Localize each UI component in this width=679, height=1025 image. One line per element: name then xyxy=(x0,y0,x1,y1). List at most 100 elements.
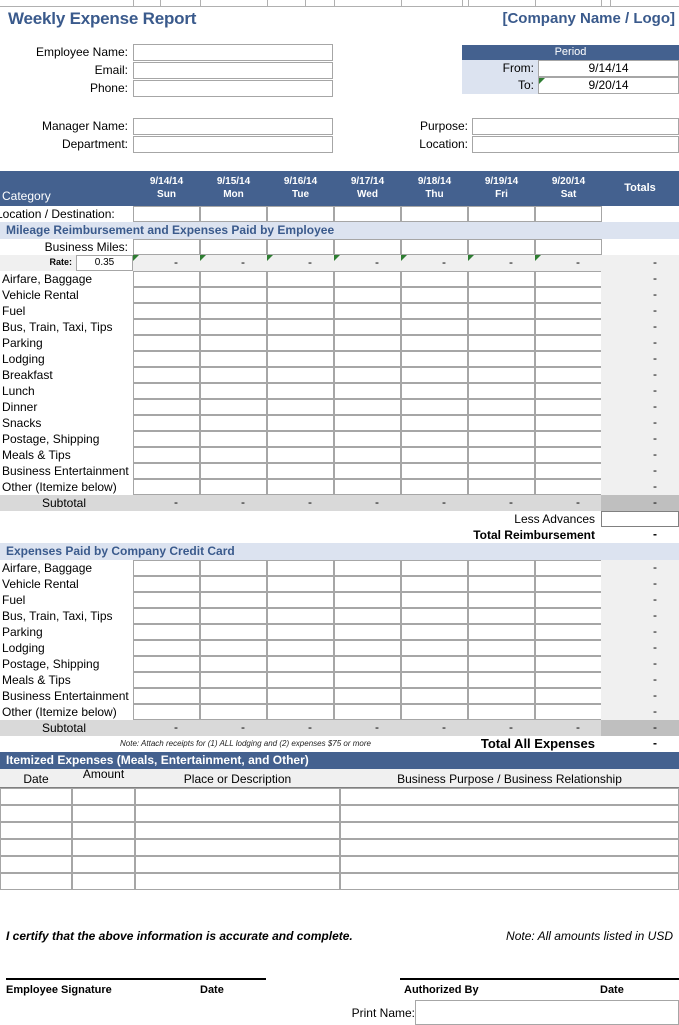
itemized-cell[interactable] xyxy=(0,839,72,856)
itemized-cell[interactable] xyxy=(72,856,135,873)
expense-cell[interactable] xyxy=(267,592,334,608)
expense-cell[interactable] xyxy=(334,704,401,720)
expense-cell[interactable] xyxy=(267,656,334,672)
expense-cell[interactable] xyxy=(267,624,334,640)
expense-cell[interactable] xyxy=(401,640,468,656)
expense-cell[interactable] xyxy=(200,592,267,608)
location-cell-4[interactable] xyxy=(401,206,468,222)
expense-cell[interactable] xyxy=(468,624,535,640)
expense-cell[interactable] xyxy=(133,688,200,704)
expense-cell[interactable] xyxy=(200,656,267,672)
expense-cell[interactable] xyxy=(401,672,468,688)
expense-cell[interactable] xyxy=(535,672,602,688)
expense-cell[interactable] xyxy=(267,319,334,335)
expense-cell[interactable] xyxy=(133,383,200,399)
expense-cell[interactable] xyxy=(267,672,334,688)
itemized-cell[interactable] xyxy=(340,822,679,839)
location-cell-5[interactable] xyxy=(468,206,535,222)
business-miles-cell-2[interactable] xyxy=(267,239,334,255)
expense-cell[interactable] xyxy=(535,383,602,399)
expense-cell[interactable] xyxy=(200,463,267,479)
expense-cell[interactable] xyxy=(535,287,602,303)
expense-cell[interactable] xyxy=(468,672,535,688)
expense-cell[interactable] xyxy=(133,608,200,624)
expense-cell[interactable] xyxy=(468,319,535,335)
expense-cell[interactable] xyxy=(468,592,535,608)
expense-cell[interactable] xyxy=(200,624,267,640)
expense-cell[interactable] xyxy=(267,415,334,431)
expense-cell[interactable] xyxy=(200,608,267,624)
expense-cell[interactable] xyxy=(535,319,602,335)
expense-cell[interactable] xyxy=(334,688,401,704)
expense-cell[interactable] xyxy=(267,447,334,463)
expense-cell[interactable] xyxy=(535,335,602,351)
expense-cell[interactable] xyxy=(334,656,401,672)
expense-cell[interactable] xyxy=(468,383,535,399)
expense-cell[interactable] xyxy=(334,640,401,656)
expense-cell[interactable] xyxy=(468,447,535,463)
expense-cell[interactable] xyxy=(133,672,200,688)
expense-cell[interactable] xyxy=(401,383,468,399)
expense-cell[interactable] xyxy=(401,319,468,335)
expense-cell[interactable] xyxy=(468,367,535,383)
business-miles-cell-5[interactable] xyxy=(468,239,535,255)
itemized-cell[interactable] xyxy=(72,822,135,839)
itemized-cell[interactable] xyxy=(340,856,679,873)
expense-cell[interactable] xyxy=(535,608,602,624)
expense-cell[interactable] xyxy=(133,447,200,463)
expense-cell[interactable] xyxy=(133,624,200,640)
expense-cell[interactable] xyxy=(334,415,401,431)
itemized-cell[interactable] xyxy=(0,873,72,890)
expense-cell[interactable] xyxy=(334,271,401,287)
expense-cell[interactable] xyxy=(468,287,535,303)
expense-cell[interactable] xyxy=(401,431,468,447)
business-miles-cell-3[interactable] xyxy=(334,239,401,255)
expense-cell[interactable] xyxy=(468,656,535,672)
itemized-cell[interactable] xyxy=(340,873,679,890)
expense-cell[interactable] xyxy=(200,271,267,287)
expense-cell[interactable] xyxy=(535,415,602,431)
expense-cell[interactable] xyxy=(267,640,334,656)
expense-cell[interactable] xyxy=(200,383,267,399)
expense-cell[interactable] xyxy=(401,688,468,704)
expense-cell[interactable] xyxy=(535,592,602,608)
expense-cell[interactable] xyxy=(267,287,334,303)
rate-field[interactable]: 0.35 xyxy=(76,255,133,271)
manager-name-field[interactable] xyxy=(133,118,333,135)
expense-cell[interactable] xyxy=(334,447,401,463)
expense-cell[interactable] xyxy=(535,688,602,704)
expense-cell[interactable] xyxy=(267,303,334,319)
expense-cell[interactable] xyxy=(267,431,334,447)
itemized-cell[interactable] xyxy=(0,856,72,873)
expense-cell[interactable] xyxy=(535,431,602,447)
expense-cell[interactable] xyxy=(535,399,602,415)
period-to-field[interactable]: 9/20/14 xyxy=(538,77,679,94)
expense-cell[interactable] xyxy=(133,367,200,383)
expense-cell[interactable] xyxy=(401,415,468,431)
expense-cell[interactable] xyxy=(468,399,535,415)
expense-cell[interactable] xyxy=(200,560,267,576)
expense-cell[interactable] xyxy=(401,271,468,287)
expense-cell[interactable] xyxy=(133,415,200,431)
expense-cell[interactable] xyxy=(468,351,535,367)
location-cell-2[interactable] xyxy=(267,206,334,222)
expense-cell[interactable] xyxy=(200,576,267,592)
expense-cell[interactable] xyxy=(334,367,401,383)
expense-cell[interactable] xyxy=(401,287,468,303)
expense-cell[interactable] xyxy=(267,688,334,704)
expense-cell[interactable] xyxy=(535,624,602,640)
expense-cell[interactable] xyxy=(468,335,535,351)
expense-cell[interactable] xyxy=(401,447,468,463)
expense-cell[interactable] xyxy=(133,271,200,287)
expense-cell[interactable] xyxy=(401,592,468,608)
expense-cell[interactable] xyxy=(133,479,200,495)
expense-cell[interactable] xyxy=(267,576,334,592)
expense-cell[interactable] xyxy=(401,608,468,624)
expense-cell[interactable] xyxy=(468,576,535,592)
expense-cell[interactable] xyxy=(468,560,535,576)
less-advances-field[interactable] xyxy=(601,511,679,527)
expense-cell[interactable] xyxy=(133,351,200,367)
expense-cell[interactable] xyxy=(200,672,267,688)
expense-cell[interactable] xyxy=(535,303,602,319)
expense-cell[interactable] xyxy=(334,592,401,608)
